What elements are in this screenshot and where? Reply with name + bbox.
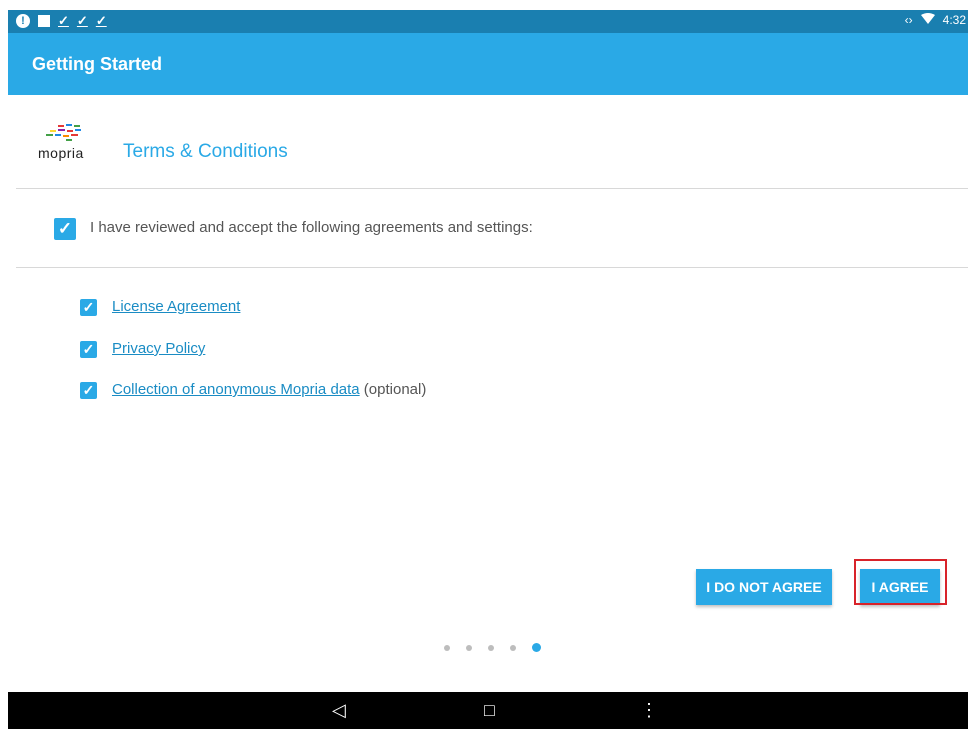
disagree-button[interactable]: I DO NOT AGREE bbox=[696, 569, 832, 605]
navigation-bar: ◁ □ ⋮ bbox=[8, 692, 968, 729]
page-dot bbox=[488, 644, 494, 651]
back-icon[interactable]: ◁ bbox=[332, 700, 346, 720]
privacy-policy-link[interactable]: Privacy Policy bbox=[112, 340, 205, 357]
agreement-row-anonymous-data: Collection of anonymous Mopria data (opt… bbox=[112, 381, 426, 398]
license-agreement-checkbox[interactable]: ✓ bbox=[80, 299, 97, 316]
status-bar-notifications: ! ✓ ✓ ✓ bbox=[16, 13, 107, 29]
wifi-icon bbox=[920, 13, 935, 27]
page-title: Terms & Conditions bbox=[123, 141, 288, 162]
home-icon[interactable]: □ bbox=[484, 700, 495, 720]
check-icon: ✓ bbox=[76, 13, 88, 28]
accept-all-label: I have reviewed and accept the following… bbox=[90, 219, 533, 236]
optional-label: (optional) bbox=[359, 381, 427, 398]
license-agreement-link[interactable]: License Agreement bbox=[112, 298, 240, 315]
anonymous-data-link[interactable]: Collection of anonymous Mopria data bbox=[112, 381, 360, 398]
overflow-menu-icon[interactable]: ⋮ bbox=[640, 700, 658, 720]
app-bar-title: Getting Started bbox=[32, 54, 163, 74]
privacy-policy-checkbox[interactable]: ✓ bbox=[80, 341, 97, 358]
clock-text: 4:32 bbox=[942, 13, 966, 27]
app-screen: ! ✓ ✓ ✓ ‹› 4:32 Getting Started mopria T bbox=[8, 10, 968, 729]
page-dot bbox=[466, 644, 472, 651]
mopria-logo-mark bbox=[46, 124, 81, 141]
agree-button-highlight bbox=[854, 559, 947, 605]
check-icon: ✓ bbox=[58, 13, 69, 28]
page-indicator bbox=[444, 643, 541, 652]
data-arrows-icon: ‹› bbox=[904, 13, 913, 27]
app-bar: Getting Started bbox=[8, 33, 968, 95]
check-icon: ✓ bbox=[95, 13, 107, 28]
page-dot bbox=[444, 644, 450, 651]
mopria-logo: mopria bbox=[38, 123, 102, 163]
agreement-row-privacy: Privacy Policy bbox=[112, 340, 205, 357]
alert-icon: ! bbox=[16, 14, 30, 28]
divider bbox=[16, 188, 968, 189]
accept-all-checkbox[interactable]: ✓ bbox=[54, 218, 76, 240]
divider bbox=[16, 267, 968, 268]
status-bar: ! ✓ ✓ ✓ ‹› 4:32 bbox=[8, 10, 968, 33]
page-dot bbox=[510, 644, 516, 651]
page-dot-active bbox=[532, 643, 541, 652]
logo-text: mopria bbox=[38, 145, 84, 161]
agreement-row-license: License Agreement bbox=[112, 298, 240, 315]
anonymous-data-checkbox[interactable]: ✓ bbox=[80, 382, 97, 399]
status-bar-system: ‹› 4:32 bbox=[905, 13, 966, 27]
square-icon bbox=[38, 15, 50, 27]
